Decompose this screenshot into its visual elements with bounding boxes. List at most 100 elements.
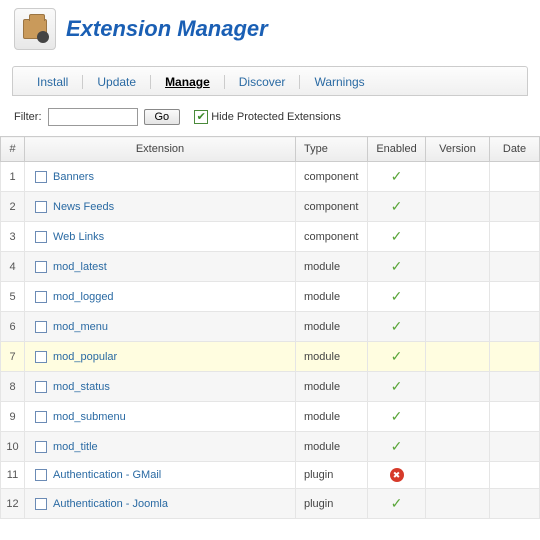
filter-row: Filter: Go ✔ Hide Protected Extensions [0, 96, 540, 136]
extension-version [426, 192, 490, 222]
enabled-icon[interactable] [391, 348, 403, 365]
enabled-icon[interactable] [391, 408, 403, 425]
hide-protected-checkbox[interactable]: ✔ [194, 110, 208, 124]
extension-type: component [296, 222, 368, 252]
extension-type: module [296, 402, 368, 432]
row-number: 9 [1, 402, 25, 432]
extension-version [426, 489, 490, 519]
table-row: 11 Authentication - GMail plugin ✖ [1, 462, 540, 489]
extension-type: module [296, 432, 368, 462]
enabled-icon[interactable] [391, 198, 403, 215]
page-title: Extension Manager [66, 16, 268, 42]
row-checkbox[interactable] [35, 441, 47, 453]
extension-type: plugin [296, 462, 368, 489]
page-header: Extension Manager [0, 0, 540, 66]
extension-name-link[interactable]: Web Links [53, 231, 104, 243]
table-row: 4mod_latestmodule [1, 252, 540, 282]
filter-label: Filter: [14, 111, 42, 123]
extension-name-link[interactable]: News Feeds [53, 201, 114, 213]
enabled-icon[interactable] [391, 438, 403, 455]
enabled-icon[interactable] [391, 318, 403, 335]
row-checkbox[interactable] [35, 201, 47, 213]
enabled-icon[interactable] [391, 228, 403, 245]
row-checkbox[interactable] [35, 171, 47, 183]
row-checkbox[interactable] [35, 411, 47, 423]
extension-version [426, 342, 490, 372]
row-number: 11 [1, 462, 25, 489]
extension-version [426, 282, 490, 312]
extension-name-link[interactable]: mod_submenu [53, 411, 126, 423]
filter-go-button[interactable]: Go [144, 109, 181, 125]
extension-version [426, 312, 490, 342]
row-number: 7 [1, 342, 25, 372]
extension-date [490, 489, 540, 519]
extension-version [426, 462, 490, 489]
extension-name-link[interactable]: mod_title [53, 441, 98, 453]
enabled-icon[interactable] [391, 378, 403, 395]
extension-name-link[interactable]: mod_popular [53, 351, 117, 363]
tab-discover[interactable]: Discover [225, 75, 301, 89]
enabled-icon[interactable] [391, 258, 403, 275]
extension-date [490, 342, 540, 372]
extension-name-link[interactable]: mod_logged [53, 291, 114, 303]
filter-input[interactable] [48, 108, 138, 126]
extension-type: plugin [296, 489, 368, 519]
col-version[interactable]: Version [426, 137, 490, 162]
extension-name-link[interactable]: mod_menu [53, 321, 108, 333]
table-row: 12 Authentication - Joomla plugin [1, 489, 540, 519]
extension-date [490, 222, 540, 252]
extension-type: module [296, 372, 368, 402]
tab-update[interactable]: Update [83, 75, 151, 89]
table-row: 3Web Linkscomponent [1, 222, 540, 252]
table-row: 7mod_popularmodule [1, 342, 540, 372]
col-type[interactable]: Type [296, 137, 368, 162]
row-number: 4 [1, 252, 25, 282]
extension-name-link[interactable]: Banners [53, 171, 94, 183]
extension-version [426, 252, 490, 282]
extension-date [490, 462, 540, 489]
extension-version [426, 162, 490, 192]
tab-install[interactable]: Install [23, 75, 83, 89]
extension-date [490, 282, 540, 312]
col-enabled[interactable]: Enabled [368, 137, 426, 162]
row-checkbox[interactable] [35, 351, 47, 363]
row-checkbox[interactable] [35, 469, 47, 481]
extension-type: module [296, 282, 368, 312]
row-number: 2 [1, 192, 25, 222]
col-date[interactable]: Date [490, 137, 540, 162]
enabled-icon[interactable] [391, 495, 403, 512]
row-number: 8 [1, 372, 25, 402]
row-number: 1 [1, 162, 25, 192]
extension-name-link[interactable]: mod_latest [53, 261, 107, 273]
extension-version [426, 372, 490, 402]
col-extension[interactable]: Extension [25, 137, 296, 162]
extensions-table: # Extension Type Enabled Version Date 1 B… [0, 136, 540, 519]
extension-date [490, 252, 540, 282]
extension-date [490, 372, 540, 402]
row-checkbox[interactable] [35, 498, 47, 510]
extension-date [490, 432, 540, 462]
extension-version [426, 432, 490, 462]
row-checkbox[interactable] [35, 381, 47, 393]
extension-name-link[interactable]: Authentication - Joomla [53, 498, 168, 510]
enabled-icon[interactable] [391, 288, 403, 305]
row-number: 12 [1, 489, 25, 519]
row-checkbox[interactable] [35, 321, 47, 333]
extension-name-link[interactable]: Authentication - GMail [53, 469, 161, 481]
row-number: 6 [1, 312, 25, 342]
disabled-icon[interactable]: ✖ [390, 468, 404, 482]
enabled-icon[interactable] [391, 168, 403, 185]
hide-protected-label: Hide Protected Extensions [211, 111, 341, 123]
extension-date [490, 402, 540, 432]
tab-manage[interactable]: Manage [151, 75, 225, 89]
extension-type: component [296, 162, 368, 192]
table-row: 6mod_menumodule [1, 312, 540, 342]
col-number[interactable]: # [1, 137, 25, 162]
tab-warnings[interactable]: Warnings [300, 75, 378, 89]
extension-name-link[interactable]: mod_status [53, 381, 110, 393]
extension-version [426, 222, 490, 252]
row-checkbox[interactable] [35, 261, 47, 273]
table-row: 8 mod_status module [1, 372, 540, 402]
row-checkbox[interactable] [35, 231, 47, 243]
row-checkbox[interactable] [35, 291, 47, 303]
